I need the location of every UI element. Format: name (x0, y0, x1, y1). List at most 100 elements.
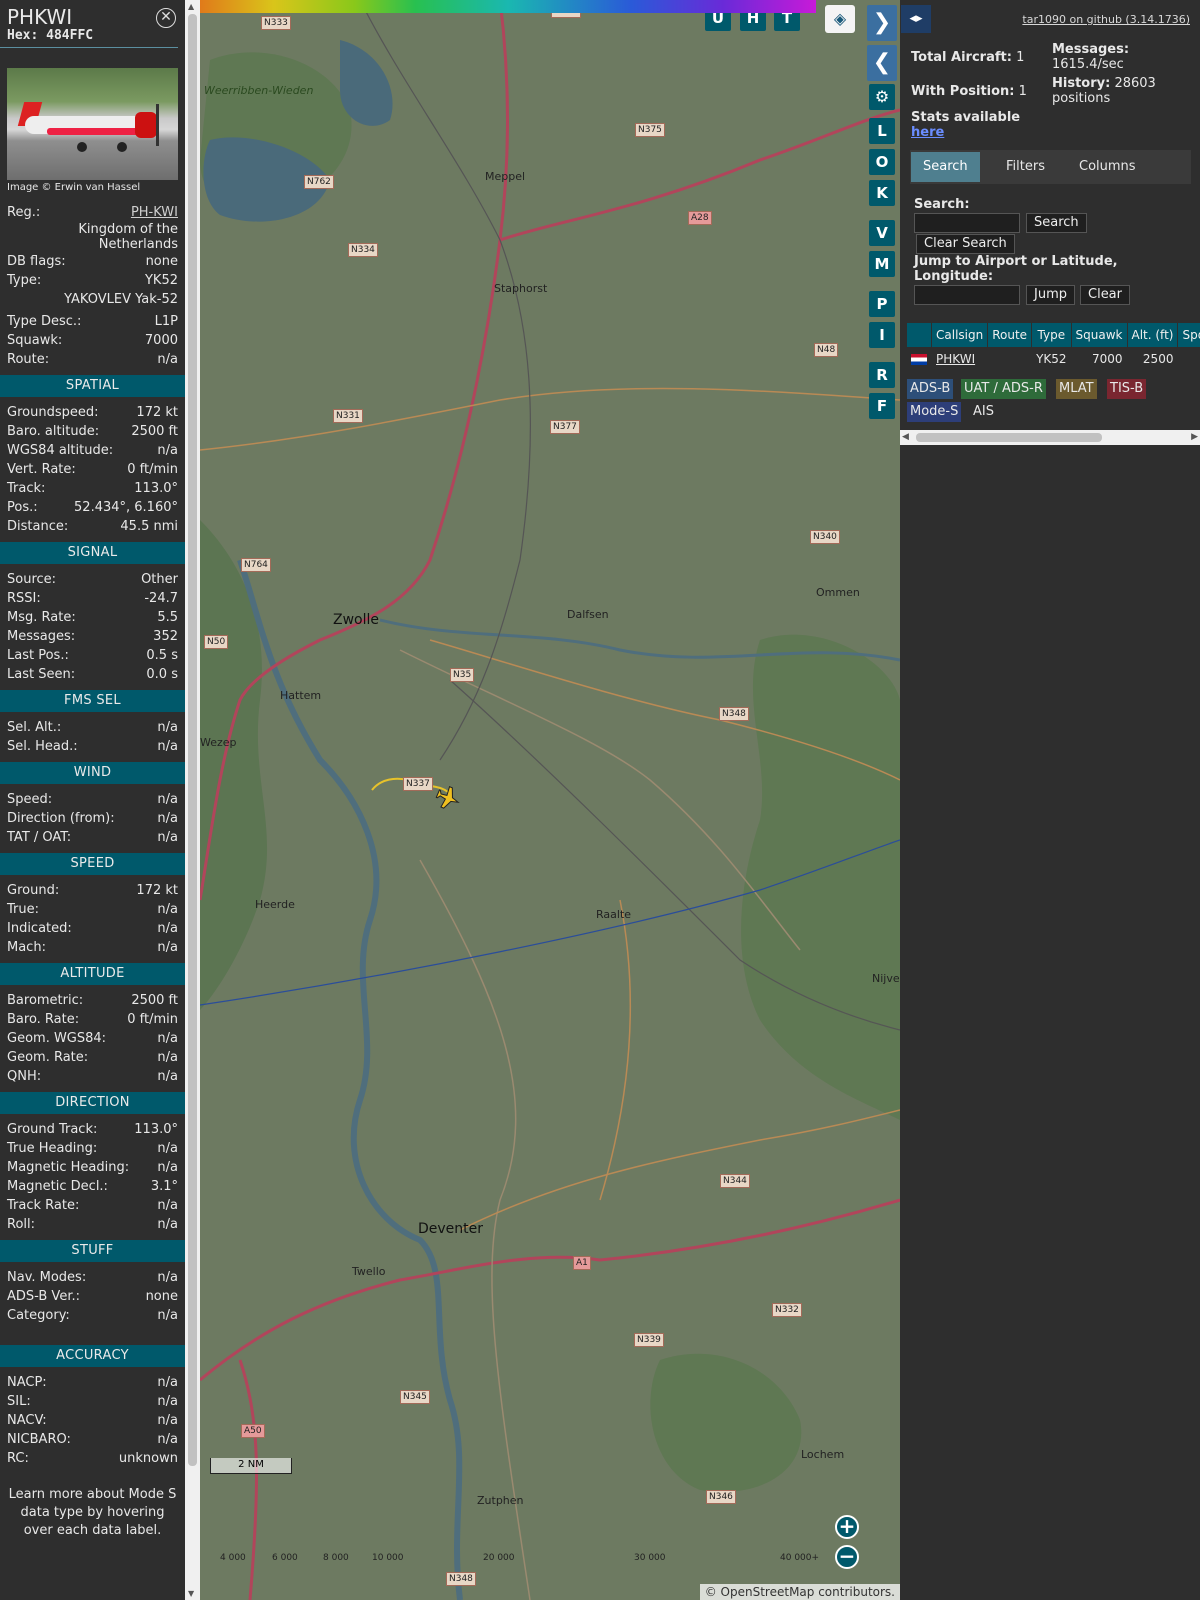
map-attribution[interactable]: © OpenStreetMap contributors. (699, 1584, 900, 1600)
country: Kingdom of the Netherlands (78, 222, 178, 252)
signal-row: Source: Other (0, 570, 185, 589)
layers-icon[interactable]: ◈ (825, 5, 855, 33)
table-scrollbar[interactable]: ◀ ▶ (900, 430, 1200, 445)
scrollbar-thumb[interactable] (916, 433, 1102, 442)
wind-row: Speed: n/a (0, 790, 185, 809)
speed-label[interactable]: Ground: (7, 881, 59, 900)
road-label: N348 (719, 707, 749, 721)
close-icon[interactable]: ✕ (156, 8, 176, 28)
btn-p[interactable]: P (869, 291, 895, 317)
signal-label[interactable]: Msg. Rate: (7, 608, 76, 627)
scrollbar-thumb[interactable] (188, 14, 197, 1466)
accuracy-label[interactable]: NACV: (7, 1411, 47, 1430)
spatial-label[interactable]: Baro. altitude: (7, 422, 99, 441)
signal-label[interactable]: Last Pos.: (7, 646, 69, 665)
spatial-label[interactable]: Vert. Rate: (7, 460, 76, 479)
direction-label[interactable]: True Heading: (7, 1139, 97, 1158)
signal-label[interactable]: RSSI: (7, 589, 41, 608)
tab-filters[interactable]: Filters (994, 152, 1057, 182)
table-row[interactable]: PHKWI YK52 7000 2500 (907, 347, 1200, 371)
clear-button[interactable]: Clear (1080, 285, 1130, 305)
tab-search[interactable]: Search (911, 152, 980, 182)
accuracy-label[interactable]: NICBARO: (7, 1430, 71, 1449)
altitude-label[interactable]: Geom. WGS84: (7, 1029, 106, 1048)
wind-label[interactable]: TAT / OAT: (7, 828, 71, 847)
stats-link[interactable]: here (911, 125, 944, 140)
altitude-label[interactable]: QNH: (7, 1067, 41, 1086)
spatial-label[interactable]: WGS84 altitude: (7, 441, 113, 460)
search-input[interactable] (914, 213, 1020, 233)
signal-label[interactable]: Source: (7, 570, 56, 589)
road-label: N35 (450, 668, 475, 682)
col-route[interactable]: Route (987, 323, 1033, 347)
col-type[interactable]: Type (1031, 323, 1072, 347)
map[interactable]: Meppel Staphorst Zwolle Dalfsen Hattem W… (200, 0, 900, 1600)
altitude-label[interactable]: Geom. Rate: (7, 1048, 88, 1067)
chevron-left-icon[interactable]: ❮ (867, 45, 897, 81)
chevron-right-icon[interactable]: ❯ (867, 5, 897, 41)
fms-label[interactable]: Sel. Alt.: (7, 718, 61, 737)
altitude-label[interactable]: Barometric: (7, 991, 83, 1010)
info-scrollbar[interactable]: ▲ ▼ (185, 0, 200, 1600)
jump-button[interactable]: Jump (1026, 285, 1075, 305)
direction-label[interactable]: Ground Track: (7, 1120, 97, 1139)
direction-row: Ground Track: 113.0° (0, 1120, 185, 1139)
accuracy-label[interactable]: RC: (7, 1449, 29, 1468)
accuracy-label[interactable]: SIL: (7, 1392, 31, 1411)
collapse-sidebar-icon[interactable]: ◂▸ (901, 5, 931, 33)
btn-m[interactable]: M (869, 251, 895, 277)
altitude-label[interactable]: Baro. Rate: (7, 1010, 79, 1029)
github-link[interactable]: tar1090 on github (3.14.1736) (1022, 13, 1190, 26)
btn-r[interactable]: R (869, 362, 895, 388)
btn-l[interactable]: L (869, 118, 895, 144)
jump-label: Jump to Airport or Latitude, Longitude: (914, 254, 1118, 284)
jump-input[interactable] (914, 285, 1020, 305)
search-button[interactable]: Search (1026, 213, 1087, 233)
btn-o[interactable]: O (869, 149, 895, 175)
spatial-label[interactable]: Track: (7, 479, 45, 498)
reg-link[interactable]: PH-KWI (131, 203, 178, 222)
direction-label[interactable]: Roll: (7, 1215, 35, 1234)
speed-label[interactable]: Indicated: (7, 919, 72, 938)
aircraft-photo[interactable] (7, 68, 178, 180)
messages-value: 1615.4/sec (1052, 57, 1124, 72)
scroll-left-icon[interactable]: ◀ (902, 432, 909, 442)
scroll-down-icon[interactable]: ▼ (188, 1589, 194, 1598)
zoom-in-button[interactable]: + (835, 1515, 859, 1539)
wind-label[interactable]: Speed: (7, 790, 52, 809)
signal-label[interactable]: Last Seen: (7, 665, 75, 684)
stuff-label[interactable]: Category: (7, 1306, 70, 1325)
btn-v[interactable]: V (869, 220, 895, 246)
col-callsign[interactable]: Callsign (931, 323, 989, 347)
stuff-label[interactable]: ADS-B Ver.: (7, 1287, 80, 1306)
btn-k[interactable]: K (869, 180, 895, 206)
direction-label[interactable]: Track Rate: (7, 1196, 79, 1215)
stuff-label[interactable]: Nav. Modes: (7, 1268, 86, 1287)
speed-label[interactable]: True: (7, 900, 39, 919)
col-altitude[interactable]: Alt. (ft) (1127, 323, 1179, 347)
fms-label[interactable]: Sel. Head.: (7, 737, 78, 756)
signal-label[interactable]: Messages: (7, 627, 75, 646)
spatial-label[interactable]: Pos.: (7, 498, 38, 517)
btn-i[interactable]: I (869, 322, 895, 348)
spatial-label[interactable]: Distance: (7, 517, 68, 536)
clear-search-button[interactable]: Clear Search (916, 234, 1015, 254)
total-aircraft-value: 1 (1016, 50, 1025, 65)
tab-columns[interactable]: Columns (1067, 152, 1148, 182)
btn-f[interactable]: F (869, 393, 895, 419)
dbflags-row: DB flags: none (0, 252, 185, 271)
stats-label: Stats available (911, 110, 1021, 125)
wind-label[interactable]: Direction (from): (7, 809, 115, 828)
col-speed[interactable]: Spd. (1177, 323, 1200, 347)
accuracy-label[interactable]: NACP: (7, 1373, 47, 1392)
scroll-up-icon[interactable]: ▲ (188, 2, 194, 11)
col-squawk[interactable]: Squawk (1071, 323, 1128, 347)
direction-label[interactable]: Magnetic Decl.: (7, 1177, 108, 1196)
row-callsign[interactable]: PHKWI (931, 347, 989, 371)
scroll-right-icon[interactable]: ▶ (1191, 432, 1198, 442)
settings-gear-icon[interactable]: ⚙ (869, 84, 895, 110)
speed-label[interactable]: Mach: (7, 938, 46, 957)
direction-label[interactable]: Magnetic Heading: (7, 1158, 129, 1177)
zoom-out-button[interactable]: − (835, 1545, 859, 1569)
spatial-label[interactable]: Groundspeed: (7, 403, 98, 422)
